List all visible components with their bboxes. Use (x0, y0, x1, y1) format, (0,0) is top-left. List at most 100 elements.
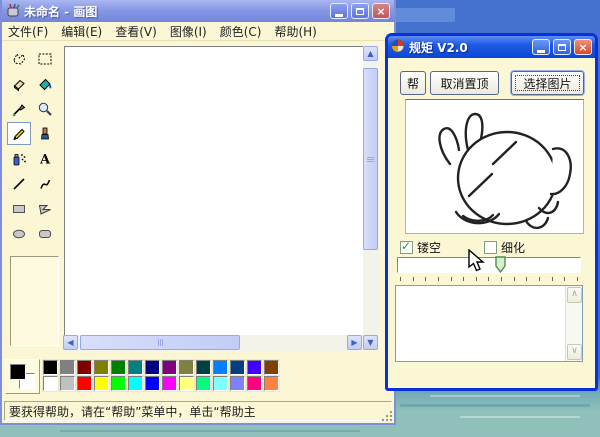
foreground-color-swatch[interactable] (10, 364, 26, 380)
slider-tick (475, 277, 477, 281)
color-swatch[interactable] (230, 360, 245, 375)
color-swatch[interactable] (213, 376, 228, 391)
tool-rounded-rectangle-icon[interactable] (33, 222, 57, 245)
color-swatch[interactable] (162, 360, 177, 375)
scroll-down-button[interactable]: ∨ (567, 344, 582, 360)
paint-title-bar[interactable]: 未命名 - 画图 × (2, 0, 394, 22)
resize-grip[interactable] (381, 410, 393, 422)
color-swatch[interactable] (213, 360, 228, 375)
tool-brush-icon[interactable] (33, 122, 57, 145)
close-button[interactable]: × (372, 3, 390, 19)
maximize-button[interactable] (351, 3, 369, 19)
maximize-button[interactable] (553, 39, 571, 55)
tool-freeform-select-icon[interactable] (7, 47, 31, 70)
color-swatch[interactable] (145, 360, 160, 375)
slider-tick (513, 277, 515, 281)
menu-item[interactable]: 图像(I) (170, 23, 207, 40)
tool-curve-icon[interactable] (33, 172, 57, 195)
color-swatch[interactable] (230, 376, 245, 391)
result-listbox[interactable]: ∧ ∨ (395, 285, 583, 362)
color-swatch[interactable] (145, 376, 160, 391)
color-swatch[interactable] (60, 360, 75, 375)
color-swatch[interactable] (77, 360, 92, 375)
color-swatch[interactable] (128, 360, 143, 375)
tool-rectangle-icon[interactable] (7, 197, 31, 220)
color-swatch[interactable] (264, 376, 279, 391)
wallpaper-streak (430, 395, 580, 397)
image-preview (405, 99, 584, 234)
tool-ellipse-icon[interactable] (7, 222, 31, 245)
color-swatch[interactable] (162, 376, 177, 391)
close-button[interactable]: × (574, 39, 592, 55)
color-swatch[interactable] (43, 360, 58, 375)
tool-select-icon[interactable] (33, 47, 57, 70)
slider-tick (463, 277, 465, 281)
color-swatch[interactable] (264, 360, 279, 375)
scroll-down-button[interactable]: ▼ (363, 335, 378, 350)
tool-window-title-bar[interactable]: 规矩 V2.0 × (388, 36, 595, 58)
color-swatch[interactable] (196, 360, 211, 375)
color-indicator[interactable] (5, 359, 40, 394)
menu-item[interactable]: 编辑(E) (61, 23, 102, 40)
tool-text-icon[interactable]: A (33, 147, 57, 170)
help-button[interactable]: 帮 (400, 71, 426, 95)
checkbox-label: 细化 (501, 241, 526, 255)
minimize-button[interactable] (532, 39, 550, 55)
color-swatch[interactable] (247, 376, 262, 391)
color-swatch[interactable] (94, 360, 109, 375)
scroll-up-button[interactable]: ∧ (567, 287, 582, 303)
tool-airbrush-icon[interactable] (7, 147, 31, 170)
menu-item[interactable]: 查看(V) (115, 23, 157, 40)
canvas-vscrollbar[interactable]: ▲ ▼ (363, 46, 379, 350)
checkbox-box[interactable] (400, 239, 413, 254)
color-swatch[interactable] (179, 376, 194, 391)
color-swatch[interactable] (77, 376, 92, 391)
slider-thumb[interactable] (495, 256, 506, 274)
color-swatch[interactable] (247, 360, 262, 375)
color-swatch[interactable] (94, 376, 109, 391)
slider-tick (551, 277, 553, 281)
tool-color-picker-icon[interactable] (7, 97, 31, 120)
color-swatch[interactable] (196, 376, 211, 391)
color-swatch[interactable] (111, 376, 126, 391)
scroll-left-button[interactable]: ◀ (63, 335, 78, 350)
select-image-button[interactable]: 选择图片 (511, 71, 584, 95)
tool-magnifier-icon[interactable] (33, 97, 57, 120)
checkbox-hollow[interactable]: 镂空 (400, 239, 441, 256)
vscroll-thumb[interactable] (363, 68, 378, 250)
menu-item[interactable]: 颜色(C) (220, 23, 262, 40)
slider-tick (488, 277, 490, 281)
cancel-topmost-button[interactable]: 取消置顶 (430, 71, 499, 95)
slider-track[interactable] (397, 256, 581, 274)
status-bar: 要获得帮助，请在“帮助”菜单中，单击“帮助主 (4, 401, 392, 421)
tool-line-icon[interactable] (7, 172, 31, 195)
paint-app-icon (6, 3, 20, 20)
color-swatch[interactable] (43, 376, 58, 391)
canvas-hscrollbar[interactable]: ◀ ▶ (63, 335, 363, 351)
tool-eraser-icon[interactable] (7, 72, 31, 95)
scroll-right-button[interactable]: ▶ (347, 335, 362, 350)
slider-tick (450, 277, 452, 281)
window-title: 规矩 V2.0 (409, 40, 468, 55)
paint-canvas[interactable] (64, 46, 364, 336)
hscroll-thumb[interactable] (80, 335, 240, 350)
menu-item[interactable]: 文件(F) (8, 23, 48, 40)
tool-fill-icon[interactable] (33, 72, 57, 95)
color-swatch[interactable] (60, 376, 75, 391)
thumb-grip (367, 157, 374, 162)
color-swatch[interactable] (179, 360, 194, 375)
menu-item[interactable]: 帮助(H) (274, 23, 316, 40)
color-swatch[interactable] (128, 376, 143, 391)
scroll-up-button[interactable]: ▲ (363, 46, 378, 61)
checkbox-refine[interactable]: 细化 (484, 239, 525, 256)
slider-tick (539, 277, 541, 281)
tool-pencil-icon[interactable] (7, 122, 31, 145)
color-swatch[interactable] (111, 360, 126, 375)
maximize-icon (356, 7, 364, 15)
tool-app-icon (391, 39, 405, 56)
paint-window: 未命名 - 画图 × 文件(F) 编辑(E) 查看(V) 图像(I) 颜色(C) 帮助(H… (0, 0, 396, 425)
tool-polygon-icon[interactable] (33, 197, 57, 220)
tool-options-box[interactable] (10, 256, 59, 346)
minimize-button[interactable] (330, 3, 348, 19)
listbox-scrollbar[interactable]: ∧ ∨ (565, 286, 582, 361)
